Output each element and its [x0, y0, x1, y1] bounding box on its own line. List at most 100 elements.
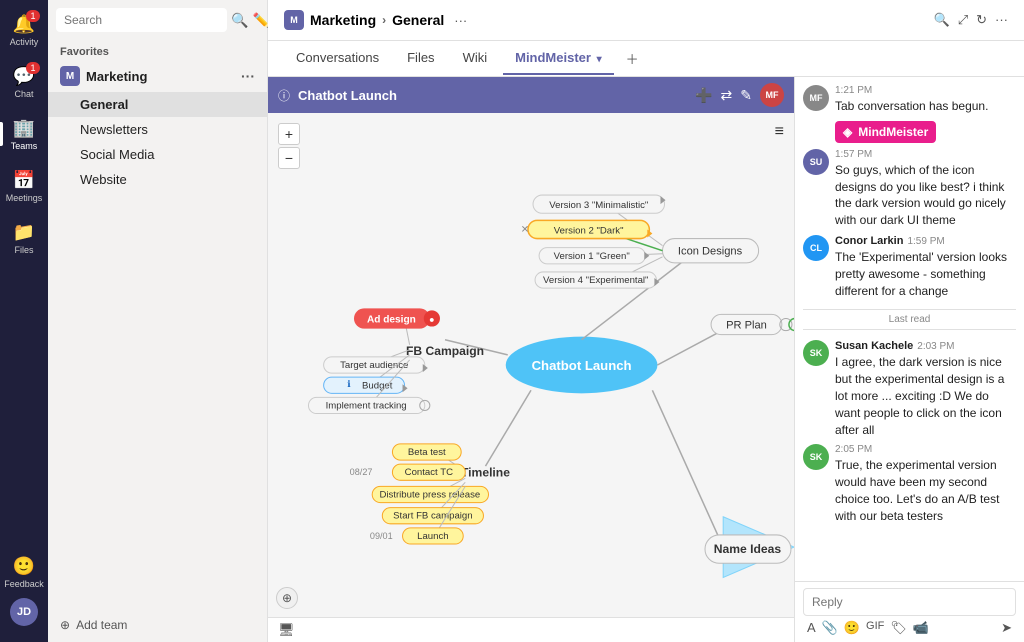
mindmap-user-avatar: MF	[760, 83, 784, 107]
svg-text:Ad design: Ad design	[367, 315, 416, 326]
chat-messages: MF 1:21 PM Tab conversation has begun. ◈…	[795, 77, 1024, 581]
chat-message-3: CL Conor Larkin 1:59 PM The 'Experimenta…	[803, 235, 1016, 299]
tab-mindmeister[interactable]: MindMeister ▾	[503, 42, 614, 75]
mindmeister-badge: ◈ MindMeister	[835, 121, 936, 143]
svg-text:Version 2 "Dark": Version 2 "Dark"	[554, 226, 624, 237]
share-icon[interactable]: ⇄	[721, 87, 733, 104]
feedback-icon: 🙂	[13, 556, 35, 577]
channel-social-media[interactable]: Social Media	[48, 142, 267, 167]
mindmap-canvas[interactable]: + − ≡ Chatbot Launch Icon Designs	[268, 113, 794, 617]
avatar-5: SK	[803, 444, 829, 470]
svg-text:Target audience: Target audience	[340, 360, 408, 371]
chat-message-5: SK 2:05 PM True, the experimental versio…	[803, 444, 1016, 524]
tab-mindmeister-dropdown[interactable]: ▾	[597, 54, 602, 65]
add-team-icon: ⊕	[60, 618, 70, 632]
channel-newsletters[interactable]: Newsletters	[48, 117, 267, 142]
svg-text:08/27: 08/27	[350, 467, 373, 477]
svg-text:Contact TC: Contact TC	[405, 467, 453, 478]
svg-text:Budget: Budget	[362, 380, 393, 391]
topbar-more-icon[interactable]: ···	[454, 13, 467, 28]
expand-icon[interactable]: ⤢	[958, 12, 968, 28]
chat-message-4: SK Susan Kachele 2:03 PM I agree, the da…	[803, 340, 1016, 438]
svg-text:09/01: 09/01	[370, 531, 393, 541]
nav-activity[interactable]: 🔔 Activity 1	[0, 4, 48, 56]
chat-panel: MF 1:21 PM Tab conversation has begun. ◈…	[794, 77, 1024, 642]
mindmeister-icon: ◈	[843, 125, 852, 139]
svg-text:Version 3 "Minimalistic": Version 3 "Minimalistic"	[549, 200, 648, 211]
chat-message-2: SU 1:57 PM So guys, which of the icon de…	[803, 149, 1016, 229]
top-bar: M Marketing › General ··· 🔍 ⤢ ↻ ···	[268, 0, 1024, 41]
mindmap-toolbar: ⓘ Chatbot Launch ➕ ⇄ ✎ MF	[268, 77, 794, 113]
monitor-icon: 🖥	[278, 622, 295, 638]
attach-icon[interactable]: 📎	[822, 620, 838, 636]
search-bar: 🔍 ✏️	[48, 0, 267, 40]
send-icon[interactable]: ➤	[1001, 620, 1012, 636]
more-options-icon[interactable]: ···	[995, 12, 1008, 28]
page-title: Marketing › General	[310, 12, 444, 28]
search-topbar-icon[interactable]: 🔍	[934, 12, 950, 28]
add-node-button[interactable]: ➕	[695, 87, 712, 104]
chat-input-area: A 📎 🙂 GIF 🏷 📹 ➤	[795, 581, 1024, 642]
team-marketing[interactable]: M Marketing ···	[48, 60, 267, 92]
activity-badge: 1	[26, 10, 40, 22]
nav-chat[interactable]: 💬 Chat 1	[0, 56, 48, 108]
search-input[interactable]	[56, 8, 227, 32]
favorites-label: Favorites	[48, 40, 267, 60]
tab-bar: Conversations Files Wiki MindMeister ▾ ＋	[268, 41, 1024, 77]
avatar-3: CL	[803, 235, 829, 261]
svg-text:Launch: Launch	[417, 531, 448, 542]
files-icon: 📁	[13, 222, 35, 243]
mindmap-footer: 🖥	[268, 617, 794, 642]
user-avatar[interactable]: JD	[10, 598, 38, 626]
tab-conversations[interactable]: Conversations	[284, 42, 391, 75]
search-icon[interactable]: 🔍	[231, 12, 248, 29]
svg-text:ℹ: ℹ	[347, 379, 351, 389]
channel-list: General Newsletters Social Media Website	[48, 92, 267, 192]
team-name: Marketing	[86, 69, 147, 84]
sticker-icon[interactable]: 🏷	[890, 620, 907, 636]
tab-wiki[interactable]: Wiki	[451, 42, 500, 75]
channel-breadcrumb: General	[392, 12, 444, 28]
tab-files[interactable]: Files	[395, 42, 446, 75]
mindmap-svg: Chatbot Launch Icon Designs Version 3 "M…	[268, 113, 794, 617]
left-navigation: 🔔 Activity 1 💬 Chat 1 🏢 Teams 📅 Meetings…	[0, 0, 48, 642]
active-indicator	[0, 122, 3, 146]
channel-general[interactable]: General	[48, 92, 267, 117]
chat-message-1: MF 1:21 PM Tab conversation has begun.	[803, 85, 1016, 115]
breadcrumb-arrow: ›	[382, 13, 386, 27]
svg-text:Beta test: Beta test	[408, 447, 446, 458]
nav-teams[interactable]: 🏢 Teams	[0, 108, 48, 160]
mindmeister-badge-wrap: ◈ MindMeister	[803, 121, 1016, 143]
team-more-icon[interactable]: ···	[241, 68, 255, 84]
format-icon[interactable]: A	[807, 620, 816, 636]
nav-meetings[interactable]: 📅 Meetings	[0, 160, 48, 212]
nav-files[interactable]: 📁 Files	[0, 212, 48, 264]
channel-website[interactable]: Website	[48, 167, 267, 192]
emoji-icon[interactable]: 🙂	[844, 620, 860, 636]
svg-text:Version 1 "Green": Version 1 "Green"	[554, 251, 630, 262]
topbar-team-avatar: M	[284, 10, 304, 30]
compass-button[interactable]: ⊕	[276, 587, 298, 609]
mindmap-area: ⓘ Chatbot Launch ➕ ⇄ ✎ MF + − ≡	[268, 77, 794, 642]
avatar-1: MF	[803, 85, 829, 111]
svg-text:Version 4 "Experimental": Version 4 "Experimental"	[543, 275, 648, 286]
add-team-button[interactable]: ⊕ Add team	[48, 608, 267, 642]
meet-icon[interactable]: 📹	[913, 620, 929, 636]
gif-icon[interactable]: GIF	[866, 620, 884, 636]
svg-text:Distribute press release: Distribute press release	[379, 490, 480, 501]
last-read-divider: Last read	[803, 309, 1016, 330]
svg-text:Name Ideas: Name Ideas	[714, 542, 782, 556]
reply-input[interactable]	[803, 588, 1016, 616]
central-node-label: Chatbot Launch	[532, 358, 632, 373]
teams-icon: 🏢	[13, 118, 35, 139]
refresh-icon[interactable]: ↻	[976, 12, 987, 28]
info-icon[interactable]: ⓘ	[278, 87, 290, 104]
svg-text:Icon Designs: Icon Designs	[678, 246, 743, 258]
mindmap-title: Chatbot Launch	[298, 88, 687, 103]
edit-icon[interactable]: ✎	[740, 87, 752, 104]
team-breadcrumb: Marketing	[310, 12, 376, 28]
add-tab-button[interactable]: ＋	[618, 41, 647, 76]
chat-badge: 1	[26, 62, 40, 74]
nav-feedback[interactable]: 🙂 Feedback	[0, 546, 48, 598]
svg-text:●: ●	[429, 315, 435, 325]
